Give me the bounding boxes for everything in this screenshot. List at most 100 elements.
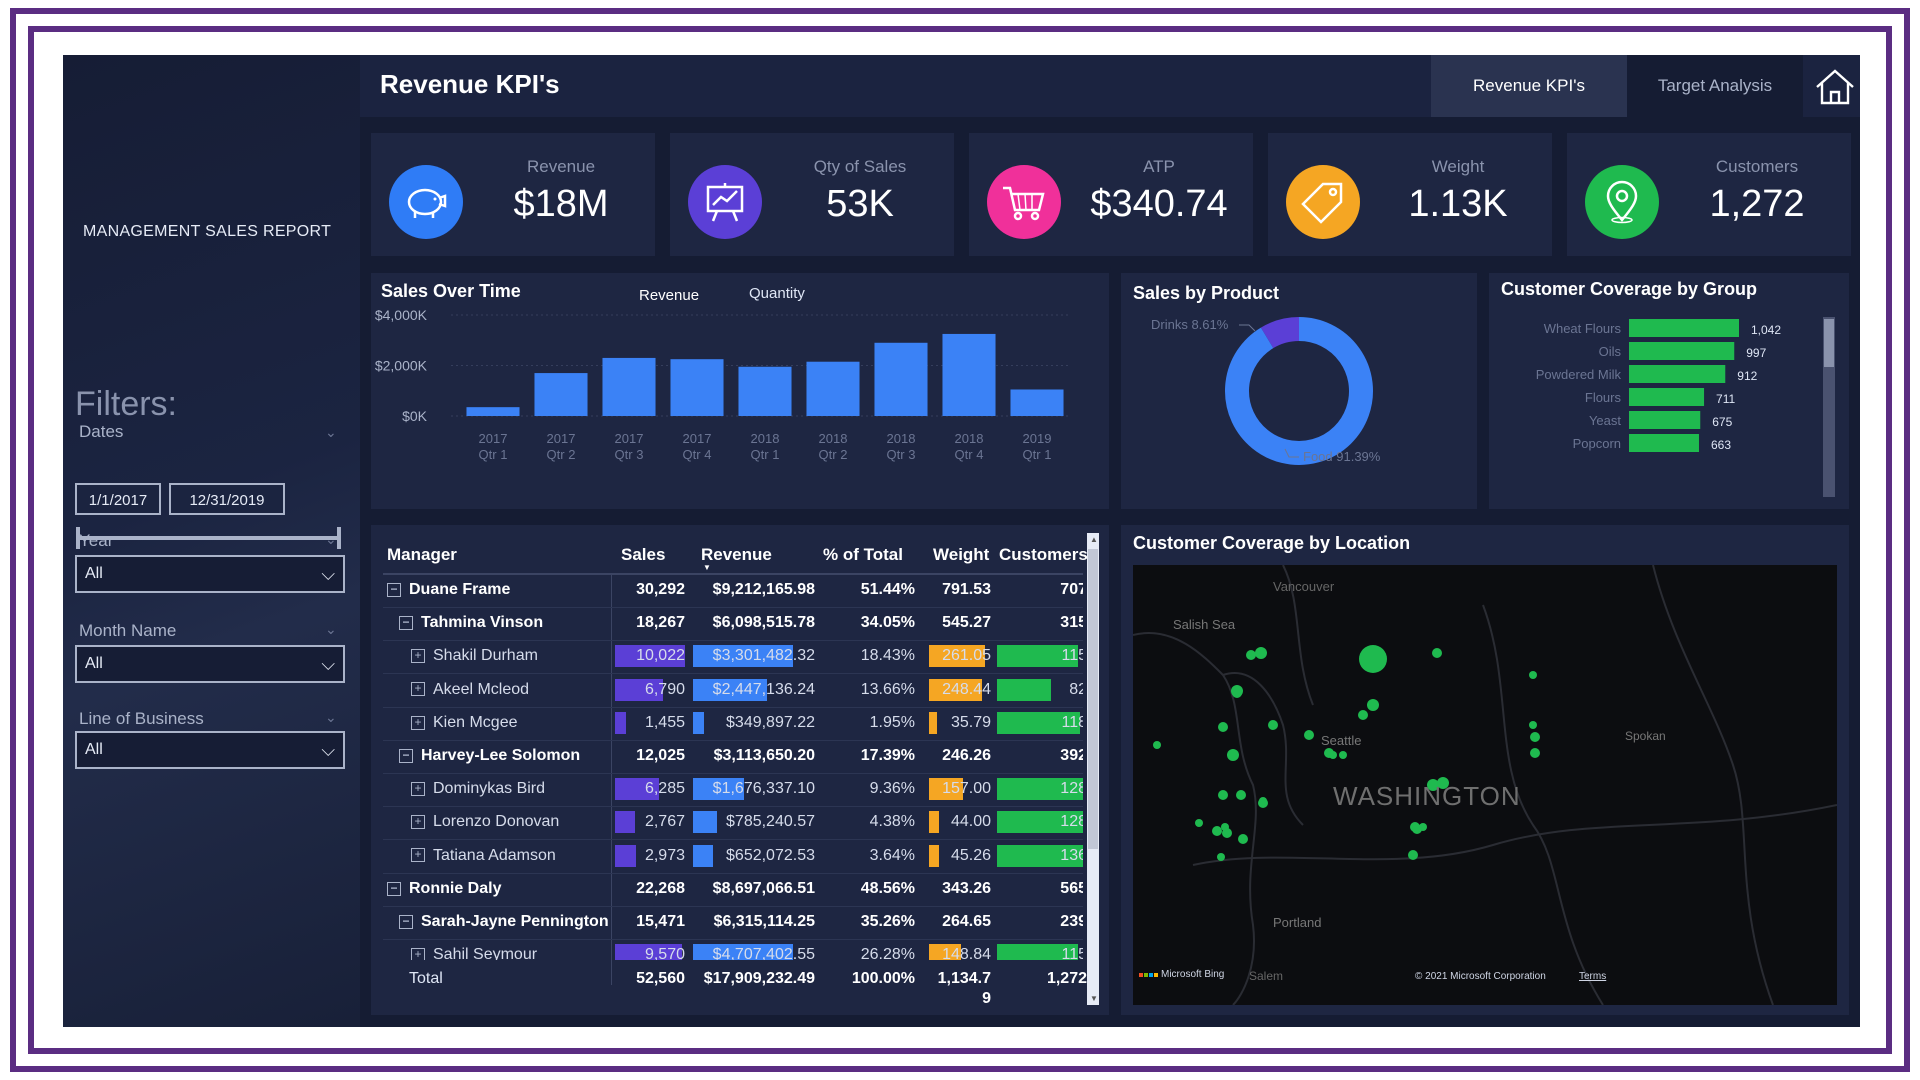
- map-bubble[interactable]: [1246, 650, 1256, 660]
- donut-slice[interactable]: [1260, 317, 1300, 349]
- year-dropdown[interactable]: All ⌵: [75, 555, 345, 593]
- table-row[interactable]: + Sahil Seymour 9,570 $4,707,402.55 26.28% 14…: [383, 940, 1083, 961]
- chevron-down-icon[interactable]: ⌄: [325, 531, 337, 548]
- column-header[interactable]: Manager: [387, 545, 457, 565]
- map-bubble[interactable]: [1304, 730, 1314, 740]
- map-bubble[interactable]: [1529, 671, 1537, 679]
- scrollbar[interactable]: ▲ ▼: [1087, 533, 1099, 1005]
- map-bubble[interactable]: [1530, 732, 1540, 742]
- map-bubble[interactable]: [1231, 685, 1243, 697]
- map-bubble[interactable]: [1324, 748, 1334, 758]
- date-end-input[interactable]: 12/31/2019: [169, 483, 285, 515]
- map-bubble[interactable]: [1195, 819, 1203, 827]
- expand-icon[interactable]: +: [411, 781, 425, 796]
- map-feature: [1192, 804, 1837, 866]
- collapse-icon[interactable]: −: [387, 582, 401, 597]
- expand-icon[interactable]: +: [411, 649, 425, 664]
- map-bubble[interactable]: [1259, 797, 1267, 805]
- bar[interactable]: [1629, 319, 1739, 337]
- table-row[interactable]: − Harvey-Lee Solomon 12,025 $3,113,650.20 17…: [383, 741, 1083, 774]
- table-row[interactable]: + Dominykas Bird 6,285 $1,676,337.10 9.36% 15…: [383, 774, 1083, 808]
- bar[interactable]: [466, 407, 520, 416]
- scroll-down-icon[interactable]: ▼: [1090, 994, 1098, 1003]
- map-bubble[interactable]: [1339, 751, 1347, 759]
- column-header[interactable]: Revenue: [701, 545, 772, 565]
- bar[interactable]: [602, 357, 656, 416]
- bar[interactable]: [1629, 411, 1701, 429]
- table-row[interactable]: + Kien Mcgee 1,455 $349,897.22 1.95% 35.79 118: [383, 708, 1083, 741]
- scrollbar-thumb[interactable]: [1088, 549, 1098, 849]
- table-row[interactable]: − Duane Frame 30,292 $9,212,165.98 51.44% 791…: [383, 575, 1083, 608]
- expand-icon[interactable]: +: [411, 715, 425, 730]
- donut-slice[interactable]: [1225, 317, 1373, 465]
- column-header[interactable]: Sales: [621, 545, 665, 565]
- line-of-business-dropdown[interactable]: All ⌵: [75, 731, 345, 769]
- map-bubble[interactable]: [1530, 748, 1540, 758]
- map-bubble[interactable]: [1359, 645, 1387, 673]
- date-start-input[interactable]: 1/1/2017: [75, 483, 161, 515]
- map-bubble[interactable]: [1153, 741, 1161, 749]
- bar[interactable]: [1629, 434, 1699, 452]
- column-header[interactable]: Weight: [933, 545, 989, 565]
- map-bubble[interactable]: [1529, 721, 1537, 729]
- scrollbar[interactable]: [1823, 317, 1835, 497]
- scrollbar-thumb[interactable]: [1824, 319, 1834, 367]
- map-bubble[interactable]: [1227, 749, 1239, 761]
- collapse-icon[interactable]: −: [399, 748, 413, 763]
- location-map[interactable]: Vancouver Salish Sea Seattle WASHINGTON …: [1133, 565, 1837, 1005]
- tab-target-analysis[interactable]: Target Analysis: [1627, 55, 1803, 117]
- table-row[interactable]: − Sarah-Jayne Pennington 15,471 $6,315,114.…: [383, 907, 1083, 940]
- bar[interactable]: [670, 359, 724, 416]
- column-header[interactable]: % of Total: [823, 545, 903, 565]
- map-bubble[interactable]: [1236, 790, 1246, 800]
- collapse-icon[interactable]: −: [399, 615, 413, 630]
- bar[interactable]: [942, 333, 996, 416]
- sort-descending-icon[interactable]: ▼: [703, 563, 711, 572]
- bar[interactable]: [1629, 342, 1735, 360]
- collapse-icon[interactable]: −: [399, 914, 413, 929]
- bar[interactable]: [1629, 388, 1705, 406]
- manager-name-text: Sahil Seymour: [433, 946, 538, 961]
- home-icon[interactable]: [1813, 65, 1857, 109]
- map-bubble[interactable]: [1412, 824, 1422, 834]
- bar[interactable]: [806, 361, 860, 416]
- map-bubble[interactable]: [1268, 720, 1278, 730]
- table-row[interactable]: − Tahmina Vinson 18,267 $6,098,515.78 34.05%…: [383, 608, 1083, 642]
- table-row[interactable]: + Akeel Mcleod 6,790 $2,447,136.24 13.66% 248…: [383, 675, 1083, 708]
- month-dropdown[interactable]: All ⌵: [75, 645, 345, 683]
- chevron-down-icon[interactable]: ⌄: [325, 621, 337, 638]
- map-bubble[interactable]: [1218, 722, 1228, 732]
- bar[interactable]: [1629, 365, 1726, 383]
- map-bubble[interactable]: [1408, 850, 1418, 860]
- map-bubble[interactable]: [1432, 648, 1442, 658]
- map-bubble[interactable]: [1217, 853, 1225, 861]
- tab-revenue-kpis[interactable]: Revenue KPI's: [1431, 55, 1627, 117]
- table-row[interactable]: + Tatiana Adamson 2,973 $652,072.53 3.64% 45.…: [383, 841, 1083, 874]
- map-bubble[interactable]: [1212, 826, 1222, 836]
- bar[interactable]: [738, 366, 792, 416]
- expand-icon[interactable]: +: [411, 848, 425, 863]
- bar[interactable]: [874, 342, 928, 416]
- table-row[interactable]: + Shakil Durham 10,022 $3,301,482.32 18.43% 2…: [383, 641, 1083, 675]
- map-bubble[interactable]: [1238, 834, 1248, 844]
- scroll-up-icon[interactable]: ▲: [1090, 535, 1098, 544]
- expand-icon[interactable]: +: [411, 947, 425, 961]
- column-header[interactable]: Customers: [999, 545, 1088, 565]
- map-bubble[interactable]: [1218, 790, 1228, 800]
- date-slider-track[interactable]: [79, 536, 339, 540]
- bar[interactable]: [1010, 389, 1064, 416]
- date-slider-end-handle[interactable]: [337, 527, 341, 549]
- chevron-down-icon[interactable]: ⌄: [325, 709, 337, 726]
- map-bubble[interactable]: [1358, 710, 1368, 720]
- table-row[interactable]: + Lorenzo Donovan 2,767 $785,240.57 4.38% 44.…: [383, 807, 1083, 841]
- collapse-icon[interactable]: −: [387, 881, 401, 896]
- map-bubble[interactable]: [1367, 699, 1379, 711]
- expand-icon[interactable]: +: [411, 682, 425, 697]
- bar[interactable]: [534, 373, 588, 416]
- map-terms-link[interactable]: Terms: [1579, 971, 1606, 982]
- table-row[interactable]: − Ronnie Daly 22,268 $8,697,066.51 48.56% 343…: [383, 874, 1083, 907]
- expand-icon[interactable]: +: [411, 815, 425, 830]
- map-bubble[interactable]: [1222, 828, 1232, 838]
- map-bubble[interactable]: [1255, 647, 1267, 659]
- chevron-down-icon[interactable]: ⌄: [325, 424, 337, 441]
